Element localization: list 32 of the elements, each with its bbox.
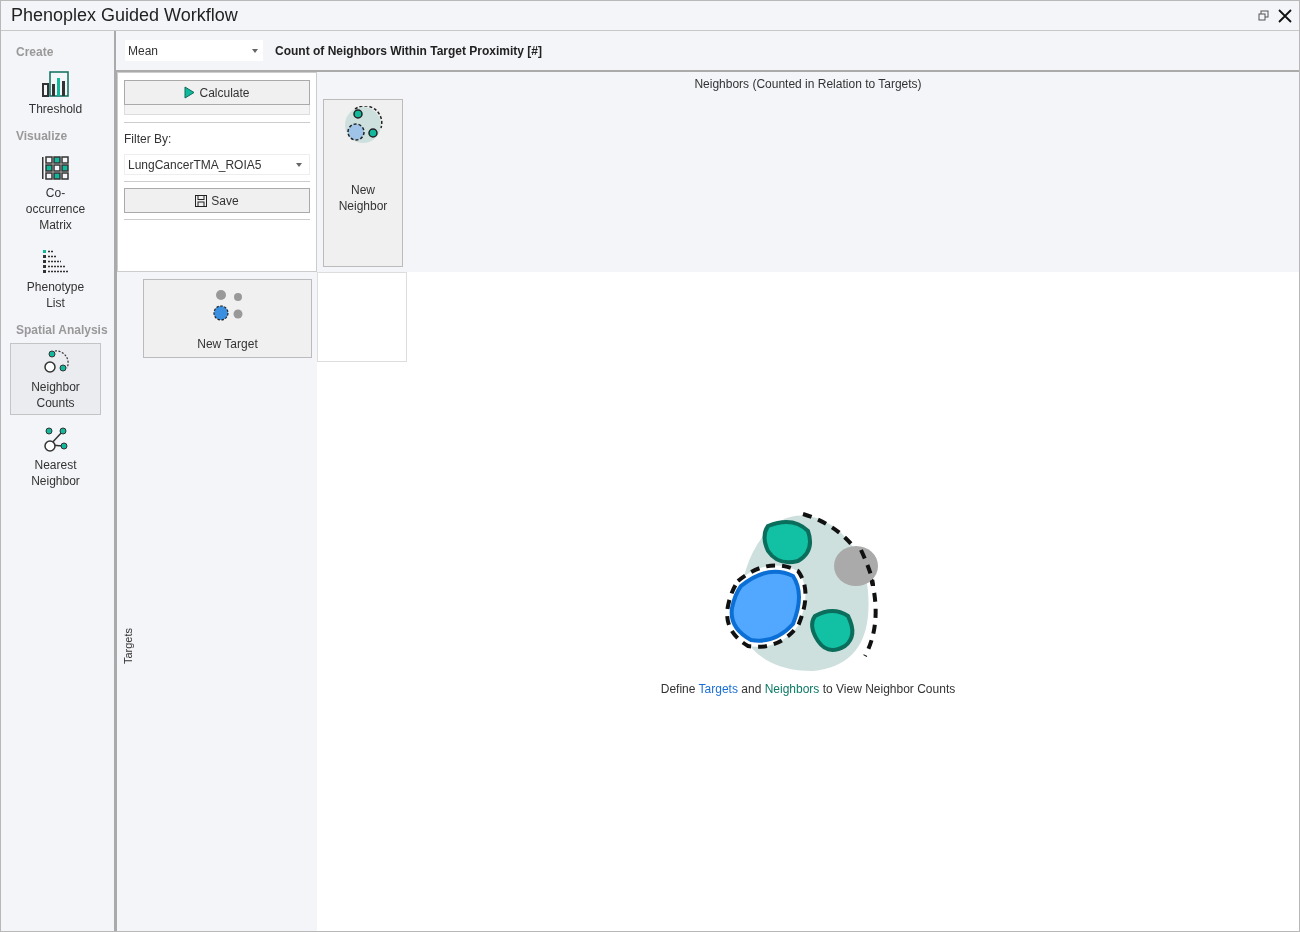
new-target-button[interactable]: New Target — [143, 279, 312, 358]
sidebar-item[interactable]: Nearest Neighbor — [10, 421, 101, 493]
grid-icon — [41, 154, 70, 182]
statistic-dropdown[interactable]: Mean — [125, 40, 263, 61]
sidebar-item[interactable]: Threshold — [10, 65, 101, 121]
cells-icon — [343, 106, 383, 146]
section-heading: Spatial Analysis — [15, 322, 105, 339]
calculate-button[interactable]: Calculate — [124, 80, 310, 105]
filter-dropdown[interactable]: LungCancerTMA_ROIA5 — [124, 154, 310, 175]
sidebar-item[interactable]: Co-occurrence Matrix — [10, 149, 101, 237]
filter-label: Filter By: — [124, 131, 173, 148]
section-heading: Create — [15, 44, 55, 61]
neighbors-header: Neighbors (Counted in Relation to Targets) — [693, 76, 923, 93]
restore-icon[interactable] — [1258, 10, 1269, 21]
window-title: Phenoplex Guided Workflow — [11, 4, 238, 27]
list-icon — [40, 248, 71, 276]
play-icon — [184, 86, 196, 99]
new-neighbor-button[interactable]: New Neighbor — [323, 99, 403, 267]
empty-state-message: Define Targets and Neighbors to View Neighbor Counts — [660, 680, 956, 698]
chart-title: Count of Neighbors Within Target Proximity [#] — [275, 42, 542, 60]
section-heading: Visualize — [15, 128, 69, 145]
caret-icon — [252, 48, 258, 53]
targets-label: Targets — [121, 628, 135, 665]
neighbors-link[interactable]: Neighbors — [764, 681, 820, 696]
close-icon[interactable] — [1277, 7, 1293, 24]
save-button[interactable]: Save — [124, 188, 310, 213]
targets-link[interactable]: Targets — [698, 681, 738, 696]
caret-icon — [296, 162, 302, 167]
sidebar-item[interactable]: Neighbor Counts — [10, 343, 101, 415]
bar-chart-icon — [40, 70, 71, 98]
save-icon — [195, 194, 208, 207]
sidebar-item[interactable]: Phenotype List — [10, 243, 101, 315]
